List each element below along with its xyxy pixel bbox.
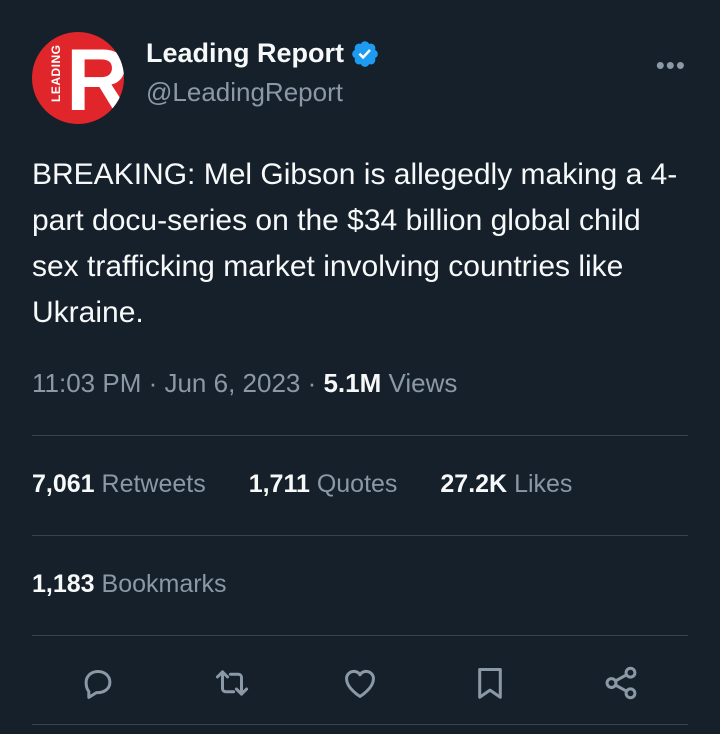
retweets-label: Retweets — [101, 470, 206, 498]
likes-stat[interactable]: 27.2K Likes — [440, 470, 572, 499]
bookmark-icon — [478, 668, 502, 699]
retweet-icon — [215, 670, 249, 696]
tweet-meta: 11:03 PM · Jun 6, 2023 · 5.1M Views — [32, 368, 457, 399]
bookmarks-label: Bookmarks — [101, 570, 227, 598]
retweet-button[interactable] — [209, 660, 255, 706]
avatar-letter: R — [66, 32, 124, 124]
like-icon — [345, 669, 375, 698]
bookmarks-count: 1,183 — [32, 570, 95, 598]
bookmarks-stat[interactable]: 1,183 Bookmarks — [32, 570, 227, 599]
likes-count: 27.2K — [440, 470, 508, 498]
tweet-text: BREAKING: Mel Gibson is allegedly making… — [32, 158, 678, 329]
quotes-stat[interactable]: 1,711 Quotes — [249, 470, 398, 499]
author-display-name-row[interactable]: Leading Report — [146, 38, 380, 69]
views-label: Views — [388, 368, 458, 398]
divider — [32, 635, 688, 636]
bookmark-button[interactable] — [467, 660, 513, 706]
meta-separator: · — [300, 368, 324, 398]
retweets-count: 7,061 — [32, 470, 95, 498]
quotes-count: 1,711 — [248, 470, 310, 498]
avatar[interactable]: LEADING R — [32, 32, 124, 124]
meta-separator: · — [141, 368, 165, 398]
share-icon — [605, 666, 637, 700]
tweet-time[interactable]: 11:03 PM — [32, 368, 141, 398]
share-button[interactable] — [598, 660, 644, 706]
reply-button[interactable] — [75, 660, 121, 706]
tweet-date[interactable]: Jun 6, 2023 — [164, 368, 300, 398]
retweets-stat[interactable]: 7,061 Retweets — [32, 470, 206, 499]
divider — [32, 535, 688, 536]
author-display-name[interactable]: Leading Report — [146, 38, 344, 69]
views-count: 5.1M — [323, 368, 382, 398]
engagement-stats: 7,061 Retweets 1,711 Quotes 27.2K Likes — [32, 470, 608, 499]
quotes-label: Quotes — [316, 470, 398, 498]
avatar-wordmark: LEADING — [49, 44, 63, 103]
divider — [32, 435, 688, 436]
verified-badge-icon — [352, 40, 378, 67]
reply-icon — [84, 669, 112, 699]
likes-label: Likes — [514, 470, 573, 498]
more-options-icon[interactable]: ••• — [656, 50, 686, 81]
tweet-header: LEADING R Leading Report @LeadingReport … — [32, 32, 688, 124]
like-button[interactable] — [337, 660, 383, 706]
divider — [32, 724, 688, 725]
author-handle[interactable]: @LeadingReport — [146, 77, 380, 108]
author-names: Leading Report @LeadingReport — [146, 38, 380, 108]
action-bar — [32, 660, 688, 706]
